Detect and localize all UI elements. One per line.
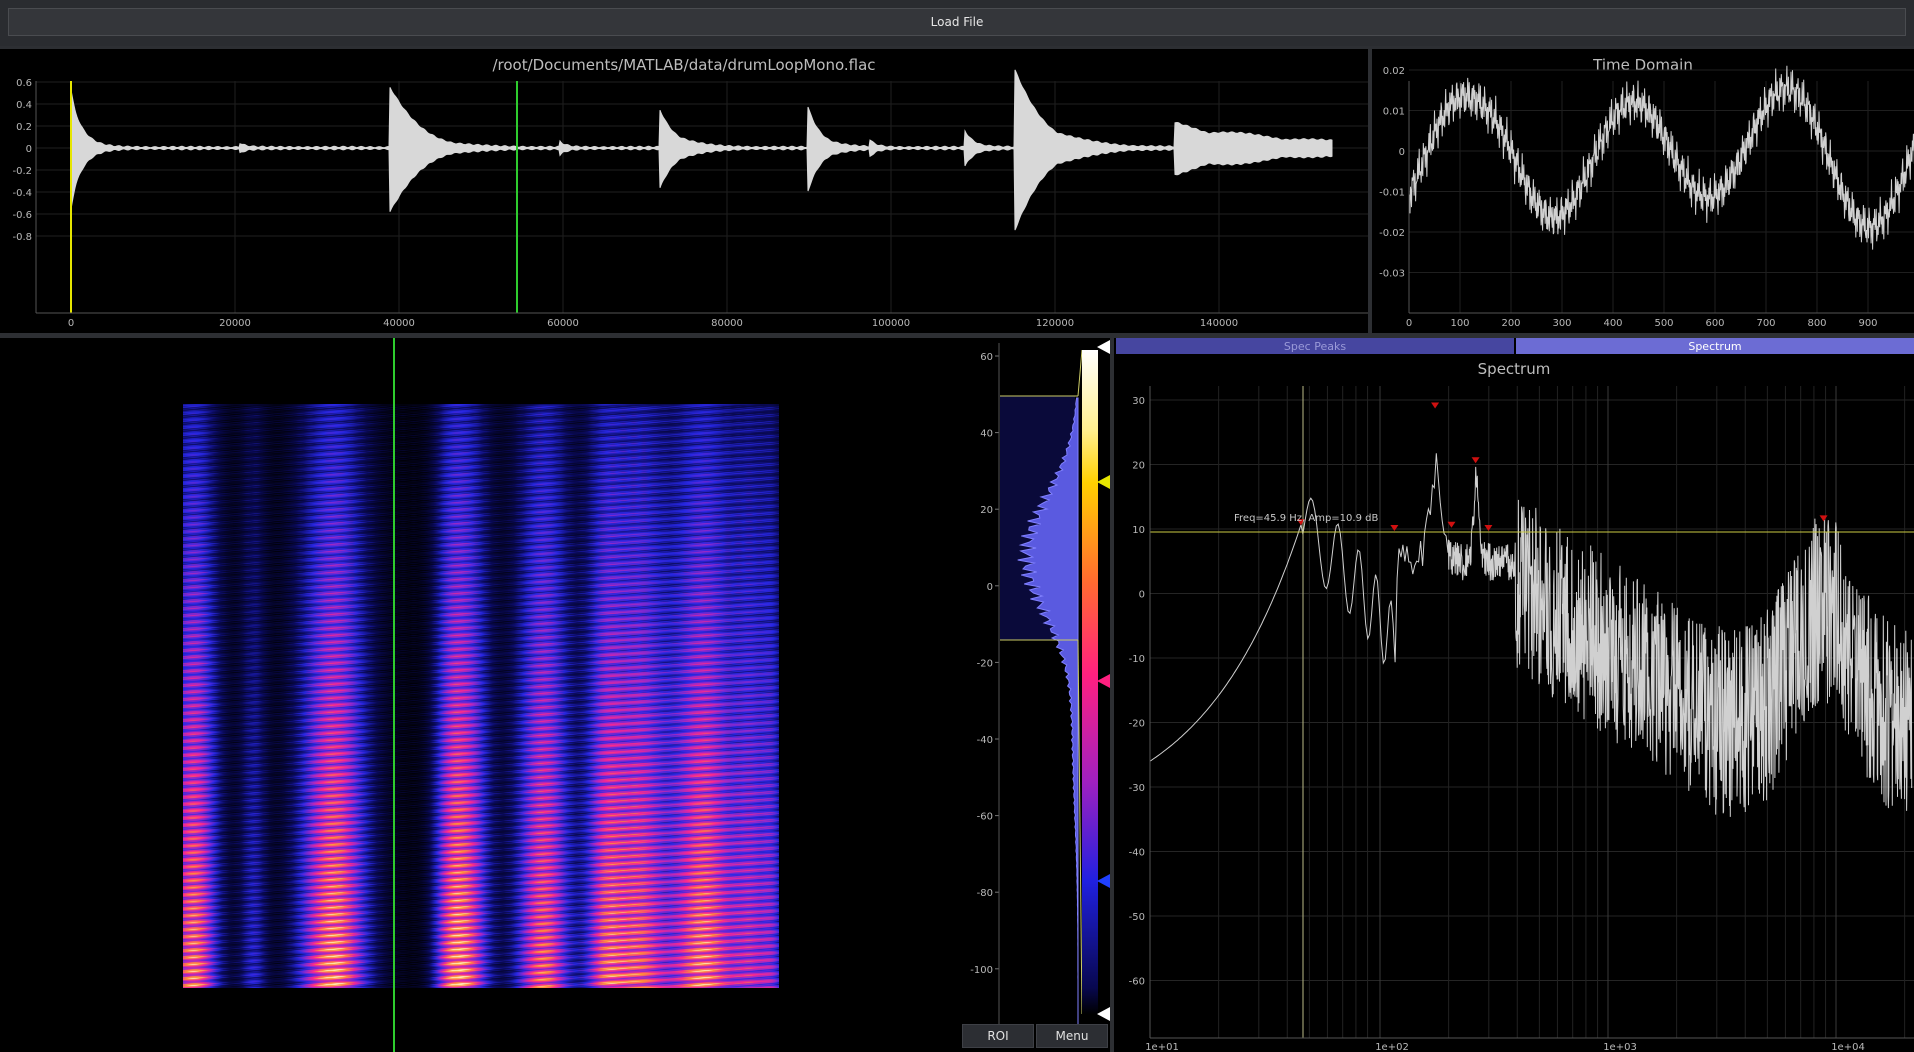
spectrum-y-tick-label: -60 (1129, 977, 1145, 988)
waveform-x-tick-label: 40000 (383, 318, 415, 329)
colormap-tick-label: 60 (980, 352, 993, 363)
colormap-tick-label: -100 (970, 965, 993, 976)
waveform-x-tick-label: 80000 (711, 318, 743, 329)
spectrum-annotation: Freq=45.9 Hz, Amp=10.9 dB (1234, 513, 1378, 524)
colormap-tick-label: -60 (977, 812, 993, 823)
spectrum-y-tick-label: 10 (1132, 525, 1145, 536)
colormap-histogram[interactable]: 60 40 20 0 -20 -40 -60 -80 -100 (960, 338, 1110, 1024)
waveform-x-tick-label: 0 (68, 318, 74, 329)
waveform-y-tick-label: -0.2 (12, 166, 32, 177)
spectrum-y-tick-label: 0 (1139, 590, 1145, 601)
menu-button[interactable]: Menu (1036, 1024, 1108, 1048)
spectrum-y-tick-label: 30 (1132, 396, 1145, 407)
level-link-top (1078, 350, 1082, 396)
colorbar-handle-white (1097, 340, 1110, 354)
colorbar-handle-pink (1097, 674, 1110, 688)
spectrum-plot[interactable]: 3020100-10-20-30-40-50-60 1e+01 1e+02 1e+0… (1114, 338, 1914, 1052)
waveform-y-tick-label: -0.8 (12, 232, 32, 243)
waveform-y-tick-label: -0.4 (12, 188, 32, 199)
colormap-tick-label: -20 (977, 658, 993, 669)
waveform-plot[interactable]: 0.6 0.4 0.2 0 -0.2 -0.4 -0.6 -0.8 0 20000 40000 60… (0, 49, 1368, 333)
colormap-tick-label: -80 (977, 888, 993, 899)
colormap-tick-label: -40 (977, 735, 993, 746)
spectrum-peak-marker (1390, 525, 1398, 531)
waveform-y-tick-label: 0.6 (16, 78, 32, 89)
spectrum-peak-marker (1431, 402, 1439, 408)
time-domain-x-tick-label: 400 (1603, 318, 1622, 329)
time-domain-x-ticks: 0 100 200 300 400 500 600 700 800 900 (1406, 318, 1878, 329)
time-domain-x-tick-label: 800 (1807, 318, 1826, 329)
waveform-y-ticks: 0.6 0.4 0.2 0 -0.2 -0.4 -0.6 -0.8 (12, 78, 32, 243)
waveform-x-tick-label: 100000 (872, 318, 910, 329)
time-domain-x-tick-label: 200 (1501, 318, 1520, 329)
waveform-panel[interactable]: /root/Documents/MATLAB/data/drumLoopMono… (0, 49, 1368, 333)
colormap-ticks: 60 40 20 0 -20 -40 -60 -80 -100 (970, 352, 999, 976)
waveform-x-tick-label: 140000 (1200, 318, 1238, 329)
time-domain-x-tick-label: 600 (1705, 318, 1724, 329)
load-file-button[interactable]: Load File (8, 8, 1906, 36)
spectrum-y-tick-label: -40 (1129, 848, 1145, 859)
spectrum-panel[interactable]: Spec Peaks Spectrum Spectrum 30 20 10 0 -10-… (1114, 338, 1914, 1052)
waveform-y-tick-label: 0 (26, 144, 32, 155)
waveform-x-tick-label: 20000 (219, 318, 251, 329)
colorbar-handle-blue (1097, 874, 1110, 888)
time-domain-x-tick-label: 500 (1654, 318, 1673, 329)
time-domain-x-tick-label: 100 (1450, 318, 1469, 329)
spectrum-y-tick-label: -50 (1129, 912, 1145, 923)
time-domain-plot[interactable]: 0.02 0.01 0 -0.01 -0.02 -0.03 0 100 200 300 400 50… (1372, 49, 1914, 333)
spectrogram-image[interactable] (183, 404, 779, 988)
spectrum-y-tick-label: -30 (1129, 783, 1145, 794)
waveform-x-ticks: 0 20000 40000 60000 80000 100000 120000 140000 (68, 318, 1238, 329)
waveform-y-tick-label: 0.4 (16, 100, 32, 111)
spectrum-x-tick-label: 1e+02 (1375, 1042, 1409, 1052)
spectrum-x-tick-label: 1e+04 (1831, 1042, 1865, 1052)
spectrum-x-ticks: 1e+01 1e+02 1e+03 1e+04 (1145, 1042, 1865, 1052)
waveform-x-tick-label: 60000 (547, 318, 579, 329)
level-link-bottom (1078, 640, 1082, 1014)
time-domain-y-tick-label: 0.02 (1383, 66, 1405, 77)
waveform-signal (71, 70, 1332, 230)
spectrum-y-tick-label: -20 (1129, 719, 1145, 730)
spectrum-y-ticks: 30 20 10 0 -10 -20 -30 -40 -50 -60 (1129, 396, 1145, 988)
time-domain-y-tick-label: -0.02 (1379, 228, 1405, 239)
toolbar: Load File (0, 0, 1914, 46)
waveform-grid (36, 81, 1368, 313)
spectrum-peak-marker (1472, 457, 1480, 463)
waveform-y-tick-label: 0.2 (16, 122, 32, 133)
spectrum-x-tick-label: 1e+01 (1145, 1042, 1179, 1052)
spectrum-y-tick-label: -10 (1129, 654, 1145, 665)
spectrum-grid (1150, 386, 1914, 1038)
time-domain-y-tick-label: 0.01 (1383, 107, 1405, 118)
spectrum-x-tick-label: 1e+03 (1603, 1042, 1637, 1052)
colormap-panel[interactable]: 60 40 20 0 -20 -40 -60 -80 -100 ROI Menu (960, 338, 1110, 1052)
time-domain-y-tick-label: 0 (1399, 147, 1405, 158)
colorbar-handle-black (1097, 1007, 1110, 1021)
time-domain-x-tick-label: 900 (1858, 318, 1877, 329)
colormap-tick-label: 20 (980, 505, 993, 516)
time-domain-panel[interactable]: Time Domain 0.02 0.01 0 -0.01 -0.02 -0.03 0 10… (1372, 49, 1914, 333)
colormap-tick-label: 40 (980, 429, 993, 440)
roi-button[interactable]: ROI (962, 1024, 1034, 1048)
waveform-x-tick-label: 120000 (1036, 318, 1074, 329)
colormap-tick-label: 0 (987, 582, 993, 593)
time-domain-y-ticks: 0.02 0.01 0 -0.01 -0.02 -0.03 (1379, 66, 1405, 280)
time-domain-signal (1409, 66, 1914, 250)
time-domain-x-tick-label: 0 (1406, 318, 1412, 329)
waveform-y-tick-label: -0.6 (12, 210, 32, 221)
time-domain-y-tick-label: -0.03 (1379, 269, 1405, 280)
spectrogram-panel[interactable] (0, 338, 960, 1052)
spectrum-peak-marker (1484, 525, 1492, 531)
time-domain-x-tick-label: 700 (1756, 318, 1775, 329)
colorbar-handle-yellow (1097, 475, 1110, 489)
spectrum-peak-markers (1297, 402, 1828, 531)
time-domain-x-tick-label: 300 (1552, 318, 1571, 329)
colorbar-gradient (1082, 350, 1098, 1014)
spectrum-peak-marker (1820, 515, 1828, 521)
spectrum-signal (1150, 453, 1912, 817)
time-domain-y-tick-label: -0.01 (1379, 188, 1405, 199)
spectrum-y-tick-label: 20 (1132, 461, 1145, 472)
spectrogram-playhead[interactable] (393, 338, 395, 1052)
